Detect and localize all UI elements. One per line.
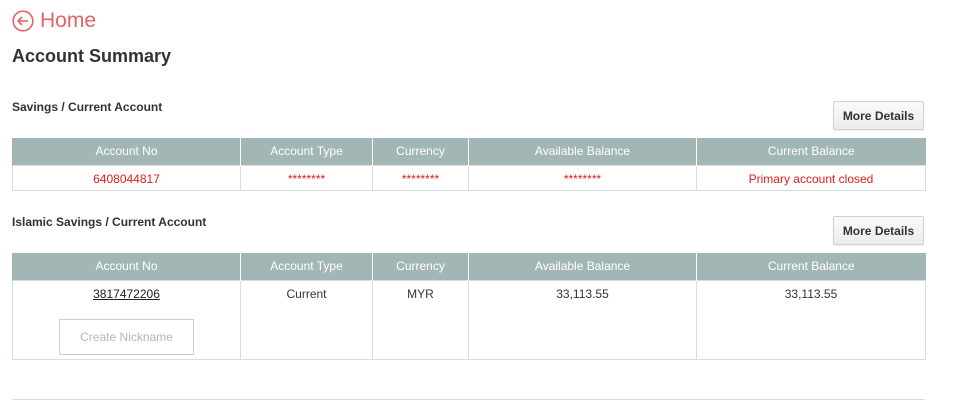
col-header-account-type: Account Type bbox=[240, 253, 373, 280]
table-header-row: Account No Account Type Currency Availab… bbox=[12, 253, 926, 280]
col-header-current-balance: Current Balance bbox=[696, 253, 926, 280]
back-arrow-circle-icon bbox=[12, 10, 34, 32]
table-row: 6408044817 ******** ******** ******** Pr… bbox=[12, 164, 926, 191]
savings-accounts-table: Account No Account Type Currency Availab… bbox=[12, 138, 926, 191]
table-header-row: Account No Account Type Currency Availab… bbox=[12, 138, 926, 165]
islamic-accounts-table: Account No Account Type Currency Availab… bbox=[12, 253, 926, 360]
section-title-savings: Savings / Current Account bbox=[12, 100, 163, 114]
more-details-button-savings[interactable]: More Details bbox=[833, 101, 924, 130]
currency-cell: MYR bbox=[372, 279, 469, 360]
account-type-cell: ******** bbox=[240, 164, 373, 191]
current-balance-cell: 33,113.55 bbox=[696, 279, 926, 360]
col-header-account-no: Account No bbox=[12, 253, 241, 280]
col-header-available-balance: Available Balance bbox=[468, 253, 697, 280]
col-header-available-balance: Available Balance bbox=[468, 138, 697, 165]
account-no-link[interactable]: 3817472206 bbox=[93, 287, 160, 301]
available-balance-cell: 33,113.55 bbox=[468, 279, 697, 360]
col-header-current-balance: Current Balance bbox=[696, 138, 926, 165]
currency-cell: ******** bbox=[372, 164, 469, 191]
account-type-cell: Current bbox=[240, 279, 373, 360]
home-link[interactable]: Home bbox=[12, 9, 96, 33]
page-title: Account Summary bbox=[12, 46, 172, 66]
account-no-cell: 6408044817 bbox=[12, 164, 241, 191]
col-header-currency: Currency bbox=[372, 138, 469, 165]
col-header-account-type: Account Type bbox=[240, 138, 373, 165]
available-balance-cell: ******** bbox=[468, 164, 697, 191]
create-nickname-input[interactable] bbox=[59, 318, 194, 355]
more-details-button-islamic[interactable]: More Details bbox=[833, 216, 924, 245]
col-header-currency: Currency bbox=[372, 253, 469, 280]
home-label: Home bbox=[40, 9, 97, 32]
section-title-islamic-savings: Islamic Savings / Current Account bbox=[12, 215, 207, 229]
divider bbox=[12, 399, 925, 400]
table-row: 3817472206 Current MYR 33,113.55 33,113.… bbox=[12, 279, 926, 360]
account-no-cell: 3817472206 bbox=[12, 279, 241, 360]
current-balance-cell: Primary account closed bbox=[696, 164, 926, 191]
col-header-account-no: Account No bbox=[12, 138, 241, 165]
